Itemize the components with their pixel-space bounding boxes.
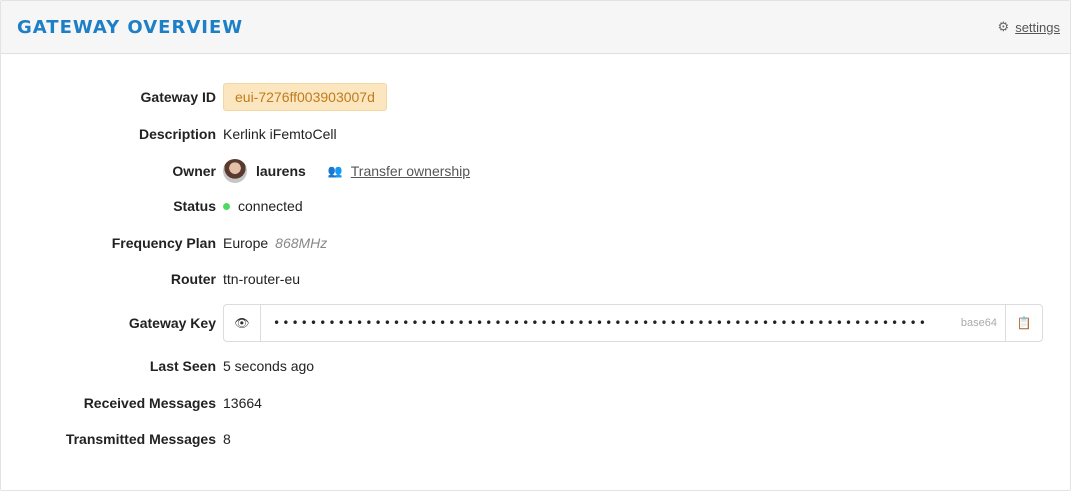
label-gateway-key: Gateway Key [128, 315, 216, 331]
label-transmitted-messages: Transmitted Messages [65, 431, 216, 447]
eye-icon[interactable]: 👁 [224, 305, 261, 341]
row-owner: Owner laurens 👥 Transfer ownership [1, 159, 1070, 183]
value-status-wrap: connected [216, 198, 303, 214]
users-icon: 👥 [327, 164, 343, 178]
status-text: connected [238, 198, 303, 214]
settings-link[interactable]: ⚙ settings [998, 19, 1060, 35]
value-owner-wrap: laurens 👥 Transfer ownership [223, 159, 470, 183]
page-title: GATEWAY OVERVIEW [17, 17, 244, 38]
frequency-plan: Europe [223, 235, 269, 251]
settings-label[interactable]: settings [1015, 20, 1060, 35]
row-frequency-plan: Frequency Plan Europe 868MHz [1, 235, 1070, 251]
gateway-key-masked[interactable]: ••••••••••••••••••••••••••••••••••••••••… [261, 316, 953, 330]
card-header: GATEWAY OVERVIEW ⚙ settings [1, 1, 1070, 54]
label-frequency-plan: Frequency Plan [111, 235, 216, 251]
value-router: ttn-router-eu [223, 271, 301, 287]
owner-name: laurens [256, 163, 306, 179]
transfer-ownership-link[interactable]: 👥 Transfer ownership [328, 163, 470, 179]
transfer-ownership-label[interactable]: Transfer ownership [351, 163, 470, 179]
label-description: Description [138, 126, 216, 142]
value-gateway-id-wrap: eui-7276ff003903007d [223, 83, 387, 111]
gateway-overview-card: GATEWAY OVERVIEW ⚙ settings Gateway ID e… [0, 0, 1071, 491]
label-received-messages: Received Messages [83, 395, 216, 411]
label-status: Status [173, 198, 216, 214]
value-description: Kerlink iFemtoCell [223, 126, 337, 142]
frequency-band: 868MHz [275, 235, 328, 251]
row-transmitted-messages: Transmitted Messages 8 [1, 431, 1070, 447]
key-format-label: base64 [960, 317, 997, 329]
row-description: Description Kerlink iFemtoCell [1, 126, 1070, 142]
label-gateway-id: Gateway ID [140, 89, 216, 105]
label-last-seen: Last Seen [149, 358, 216, 374]
gateway-key-field: 👁 ••••••••••••••••••••••••••••••••••••••… [223, 304, 1043, 342]
clipboard-icon[interactable]: 📋 [1005, 305, 1042, 341]
status-dot-icon [223, 202, 230, 210]
value-received-messages: 13664 [223, 395, 262, 411]
gear-icon: ⚙ [997, 19, 1010, 34]
value-frequency-wrap: Europe 868MHz [223, 235, 327, 251]
label-router: Router [170, 271, 216, 287]
row-status: Status connected [1, 198, 1070, 214]
avatar [223, 159, 247, 183]
row-gateway-id: Gateway ID eui-7276ff003903007d [1, 83, 1070, 111]
row-router: Router ttn-router-eu [1, 271, 1070, 287]
row-gateway-key: Gateway Key 👁 ••••••••••••••••••••••••••… [1, 304, 1070, 342]
label-owner: Owner [172, 163, 216, 179]
row-last-seen: Last Seen 5 seconds ago [1, 358, 1070, 374]
value-last-seen: 5 seconds ago [223, 358, 315, 374]
row-received-messages: Received Messages 13664 [1, 395, 1070, 411]
gateway-id-badge: eui-7276ff003903007d [223, 83, 387, 111]
value-transmitted-messages: 8 [223, 431, 231, 447]
